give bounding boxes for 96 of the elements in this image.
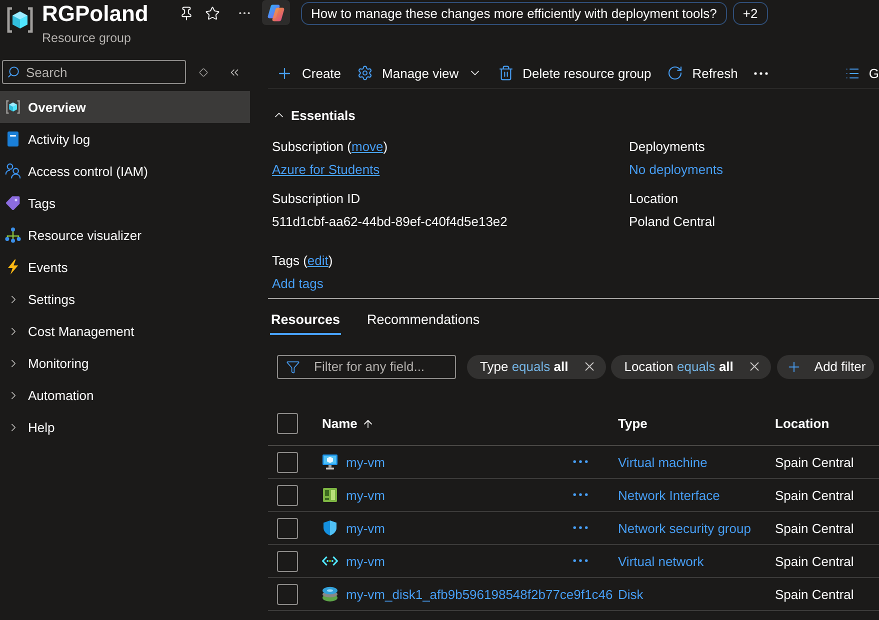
field-value: Poland Central <box>629 213 715 231</box>
shield-icon <box>322 520 338 536</box>
list-icon <box>844 66 860 80</box>
field-value-link[interactable]: No deployments <box>629 160 723 180</box>
lightning-icon <box>5 259 21 275</box>
field-value-link[interactable]: Azure for Students <box>272 160 380 180</box>
field-label: Tags (edit) <box>272 252 333 270</box>
row-checkbox[interactable] <box>277 550 298 572</box>
monitor-icon <box>322 454 338 470</box>
resource-type-subtitle: Resource group <box>42 31 131 46</box>
add-filter-button[interactable]: Add filter <box>777 354 874 378</box>
search-field[interactable]: Search <box>2 60 186 84</box>
pin-icon <box>178 6 194 20</box>
action-link[interactable]: edit <box>307 253 328 268</box>
more-icon <box>573 493 588 497</box>
resource-group-icon <box>5 99 21 115</box>
sidebar-item[interactable]: Tags <box>0 187 250 219</box>
resource-name-link[interactable]: my-vm <box>346 520 385 536</box>
filter-label: Type equals all <box>480 359 568 374</box>
sidebar-item[interactable]: Access control (IAM) <box>0 155 250 187</box>
more-icon <box>238 12 250 14</box>
toolbar-button[interactable]: Manage view <box>357 58 482 88</box>
more-icon <box>573 526 588 530</box>
sidebar-item[interactable]: Help <box>0 411 250 443</box>
field-label: Subscription (move) <box>272 138 388 156</box>
star-icon <box>204 6 220 20</box>
copilot-suggestion-button[interactable]: How to manage these changes more efficiently with deployment tools? <box>301 2 727 25</box>
resource-group-title: RGPoland <box>42 1 148 27</box>
filter-pill[interactable]: Location equals all <box>611 354 772 378</box>
field-value: 511d1cbf-aa62-44bd-89ef-c40f4d5e13e2 <box>272 213 508 231</box>
diamond-icon <box>199 68 208 76</box>
resource-name-link[interactable]: my-vm_disk1_afb9b596198548f2b77ce9f1c46 <box>346 586 613 602</box>
sidebar-item[interactable]: Resource visualizer <box>0 219 250 251</box>
tab[interactable]: Recommendations <box>366 305 481 335</box>
resource-type-link[interactable]: Virtual machine <box>618 454 708 470</box>
resource-type-link[interactable]: Virtual network <box>618 554 704 568</box>
trash-icon <box>498 65 514 81</box>
column-header[interactable]: Type <box>618 416 648 431</box>
people-icon <box>5 163 21 179</box>
document-icon <box>5 131 21 147</box>
toolbar-button[interactable]: G <box>844 58 879 88</box>
row-checkbox[interactable] <box>277 518 298 538</box>
circuit-card-icon <box>322 487 338 503</box>
toolbar-button[interactable]: Delete resource group <box>498 58 652 88</box>
filter-label: Location equals all <box>624 359 734 374</box>
sidebar-item[interactable]: Automation <box>0 379 250 411</box>
tag-icon <box>5 195 21 211</box>
filter-field[interactable]: Filter for any field... <box>277 354 456 378</box>
code-brackets-icon <box>322 556 338 566</box>
location-cell: Spain Central <box>775 520 854 536</box>
location-cell: Spain Central <box>775 586 854 602</box>
more-suggestions-button[interactable]: +2 <box>732 2 768 25</box>
tab[interactable]: Resources <box>270 305 342 335</box>
resource-type-link[interactable]: Disk <box>618 586 644 602</box>
more-icon <box>573 460 588 464</box>
field-value-link[interactable]: Add tags <box>272 274 324 294</box>
gear-icon <box>357 65 374 81</box>
column-header[interactable]: Name <box>322 416 374 431</box>
sidebar-item[interactable]: Cost Management <box>0 315 250 347</box>
sort-button[interactable] <box>199 68 208 76</box>
filter-icon <box>286 360 300 374</box>
select-all-checkbox[interactable] <box>277 413 298 434</box>
more-icon <box>754 72 768 74</box>
sidebar-item[interactable]: Settings <box>0 283 250 315</box>
disk-stack-icon <box>322 586 338 602</box>
copilot-button[interactable] <box>262 0 290 25</box>
sidebar-item[interactable]: Events <box>0 251 250 283</box>
network-nodes-icon <box>5 227 21 243</box>
location-cell: Spain Central <box>775 454 854 470</box>
resource-group-logo <box>5 5 35 35</box>
row-checkbox[interactable] <box>277 584 298 604</box>
sidebar-item[interactable]: Overview <box>0 91 250 123</box>
field-label: Location <box>629 190 678 208</box>
copilot-icon <box>267 4 285 22</box>
action-link[interactable]: move <box>351 139 384 154</box>
toolbar-button[interactable]: Refresh <box>667 58 738 88</box>
resource-type-link[interactable]: Network Interface <box>618 488 720 502</box>
toolbar-button[interactable]: Create <box>276 58 342 88</box>
essentials-toggle[interactable]: Essentials <box>268 104 356 126</box>
sidebar-item[interactable]: Activity log <box>0 123 250 155</box>
refresh-icon <box>667 65 684 81</box>
resource-name-link[interactable]: my-vm <box>346 488 385 502</box>
search-icon <box>7 66 20 78</box>
more-icon <box>573 559 588 563</box>
row-checkbox[interactable] <box>277 452 298 472</box>
field-label: Deployments <box>629 138 705 156</box>
sidebar-item[interactable]: Monitoring <box>0 347 250 379</box>
filter-pill[interactable]: Type equals all <box>467 354 606 378</box>
location-cell: Spain Central <box>775 554 854 568</box>
resource-type-link[interactable]: Network security group <box>618 520 751 536</box>
field-label: Subscription ID <box>272 190 360 208</box>
location-cell: Spain Central <box>775 488 854 502</box>
resource-name-link[interactable]: my-vm <box>346 554 385 568</box>
resource-name-link[interactable]: my-vm <box>346 454 385 470</box>
row-checkbox[interactable] <box>277 484 298 506</box>
column-header[interactable]: Location <box>775 416 830 431</box>
